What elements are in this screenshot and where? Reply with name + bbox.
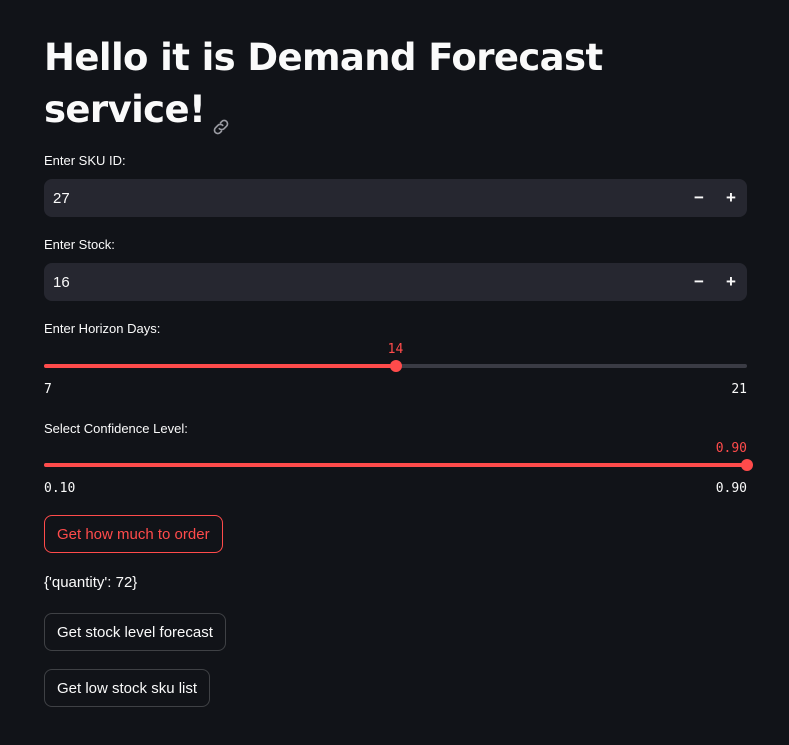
confidence-fill (44, 463, 747, 467)
plus-icon: + (726, 272, 736, 291)
sku-increment-button[interactable]: + (715, 179, 747, 217)
stock-input[interactable] (44, 272, 683, 292)
stock-decrement-button[interactable]: − (683, 263, 715, 301)
horizon-slider[interactable]: 14 7 21 (44, 342, 747, 398)
confidence-current-value: 0.90 (715, 441, 747, 456)
stock-increment-button[interactable]: + (715, 263, 747, 301)
get-low-stock-list-button[interactable]: Get low stock sku list (44, 669, 211, 707)
confidence-max-label: 0.90 (715, 481, 747, 496)
horizon-max-label: 21 (731, 382, 747, 397)
horizon-min-label: 7 (44, 382, 52, 397)
get-stock-forecast-button[interactable]: Get stock level forecast (44, 613, 226, 651)
link-icon[interactable] (211, 99, 231, 134)
stock-number-input: − + (44, 263, 747, 301)
confidence-label: Select Confidence Level: (44, 421, 188, 436)
sku-decrement-button[interactable]: − (683, 179, 715, 217)
horizon-label: Enter Horizon Days: (44, 321, 161, 336)
minus-icon: − (694, 188, 704, 207)
minus-icon: − (694, 272, 704, 291)
horizon-current-value: 14 (387, 342, 404, 357)
confidence-slider[interactable]: 0.90 0.10 0.90 (44, 441, 753, 497)
sku-input[interactable] (44, 188, 683, 208)
get-order-quantity-button[interactable]: Get how much to order (44, 515, 223, 553)
sku-label: Enter SKU ID: (44, 153, 126, 168)
horizon-thumb[interactable] (389, 360, 402, 372)
page-title: Hello it is Demand Forecast service! (44, 32, 604, 136)
plus-icon: + (726, 188, 736, 207)
horizon-fill (44, 364, 396, 368)
stock-label: Enter Stock: (44, 237, 115, 252)
order-result-text: {'quantity': 72} (44, 574, 138, 591)
confidence-min-label: 0.10 (44, 481, 76, 496)
page-title-text: Hello it is Demand Forecast service! (44, 36, 603, 131)
confidence-thumb[interactable] (741, 459, 753, 471)
sku-number-input: − + (44, 179, 747, 217)
